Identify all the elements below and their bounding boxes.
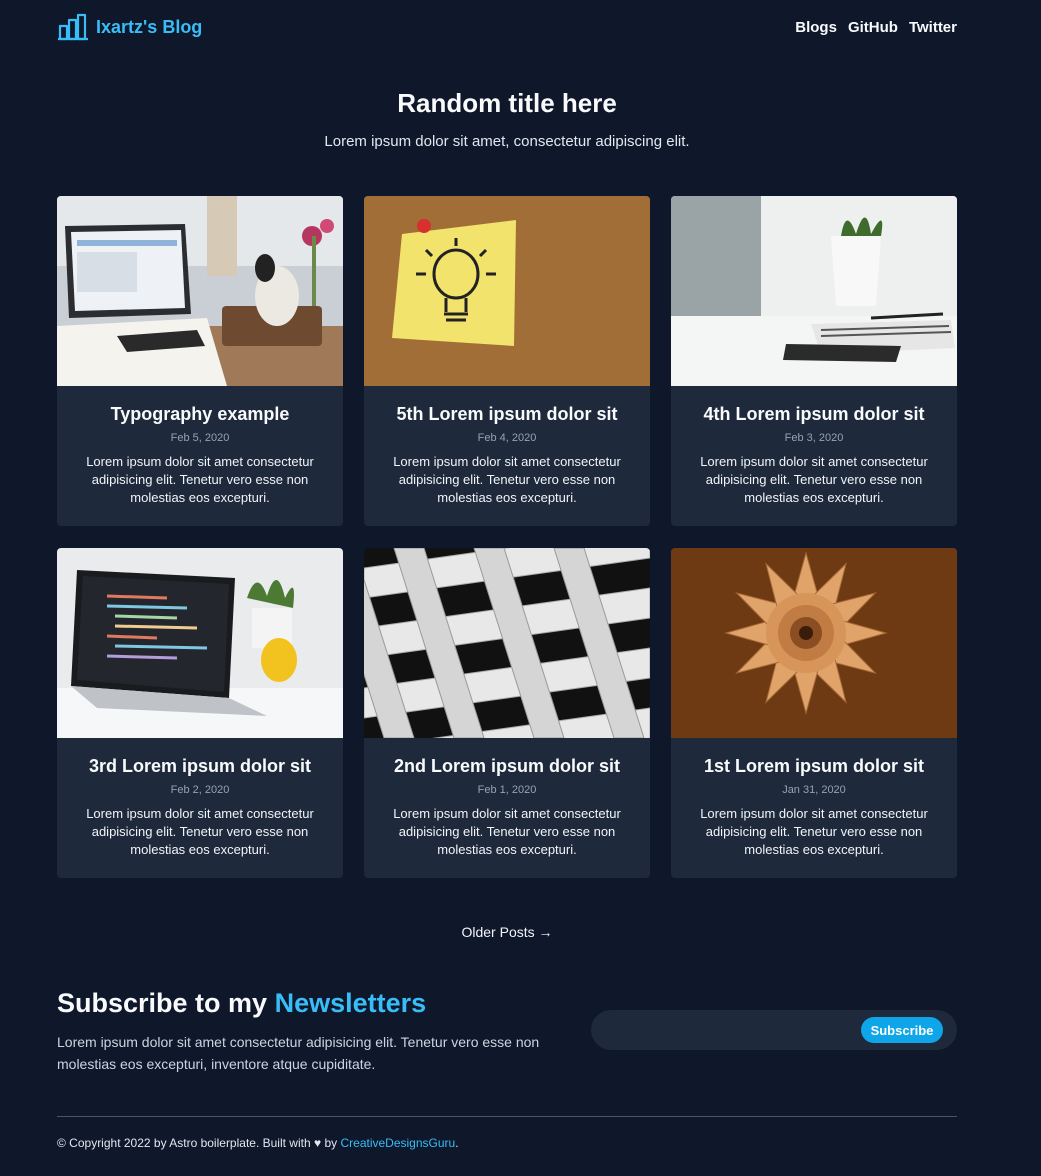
nav-github-link[interactable]: GitHub [848, 19, 898, 36]
heart-icon: ♥ [313, 1136, 322, 1150]
post-excerpt: Lorem ipsum dolor sit amet consectetur a… [393, 806, 621, 857]
newsletter-title-prefix: Subscribe to my [57, 988, 268, 1018]
nav-twitter-link[interactable]: Twitter [909, 19, 957, 36]
main-nav: Blogs GitHub Twitter [795, 19, 957, 36]
footer-divider [57, 1116, 957, 1117]
post-card[interactable]: 1st Lorem ipsum dolor sit Jan 31, 2020 L… [671, 548, 957, 878]
footer-by: by [324, 1136, 338, 1150]
posts-grid: Typography example Feb 5, 2020 Lorem ips… [57, 196, 957, 878]
laptop-desk-photo [57, 196, 343, 386]
post-card[interactable]: Typography example Feb 5, 2020 Lorem ips… [57, 196, 343, 526]
post-date: Feb 3, 2020 [784, 432, 844, 444]
post-title: 2nd Lorem ipsum dolor sit [393, 756, 621, 776]
post-card[interactable]: 4th Lorem ipsum dolor sit Feb 3, 2020 Lo… [671, 196, 957, 526]
white-desk-plant-photo [671, 196, 957, 386]
bar-chart-icon [58, 13, 88, 41]
spiral-sculpture-photo [671, 548, 957, 738]
older-posts-link[interactable]: Older Posts → [461, 924, 552, 940]
nav-blogs-link[interactable]: Blogs [795, 19, 837, 36]
post-date: Feb 4, 2020 [477, 432, 537, 444]
subscribe-button[interactable]: Subscribe [861, 1017, 943, 1043]
code-laptop-photo [57, 548, 343, 738]
footer-copyright: © Copyright 2022 by Astro boilerplate. B… [57, 1136, 311, 1150]
post-date: Feb 1, 2020 [477, 784, 537, 796]
hero-section: Random title here Lorem ipsum dolor sit … [0, 88, 1014, 150]
building-facade-photo [364, 548, 650, 738]
post-card[interactable]: 3rd Lorem ipsum dolor sit Feb 2, 2020 Lo… [57, 548, 343, 878]
post-card[interactable]: 5th Lorem ipsum dolor sit Feb 4, 2020 Lo… [364, 196, 650, 526]
newsletter-email-input[interactable] [605, 1018, 855, 1042]
brand-link[interactable]: Ixartz's Blog [57, 13, 202, 41]
hero-subtitle: Lorem ipsum dolor sit amet, consectetur … [324, 133, 690, 150]
pagination: Older Posts → [0, 924, 1014, 940]
brand-title: Ixartz's Blog [96, 16, 203, 37]
post-excerpt: Lorem ipsum dolor sit amet consectetur a… [393, 454, 621, 505]
post-date: Feb 2, 2020 [170, 784, 230, 796]
post-title: 4th Lorem ipsum dolor sit [703, 404, 925, 424]
post-excerpt: Lorem ipsum dolor sit amet consectetur a… [700, 806, 928, 857]
post-excerpt: Lorem ipsum dolor sit amet consectetur a… [86, 454, 314, 505]
newsletter-section: Subscribe to my Newsletters Lorem ipsum … [57, 988, 957, 1075]
post-card[interactable]: 2nd Lorem ipsum dolor sit Feb 1, 2020 Lo… [364, 548, 650, 878]
post-title: 5th Lorem ipsum dolor sit [396, 404, 618, 424]
post-title: Typography example [110, 404, 290, 424]
post-excerpt: Lorem ipsum dolor sit amet consectetur a… [700, 454, 928, 505]
footer-author-link[interactable]: CreativeDesignsGuru [340, 1136, 455, 1150]
hero-title: Random title here [397, 88, 617, 118]
post-date: Jan 31, 2020 [782, 784, 846, 796]
post-date: Feb 5, 2020 [170, 432, 230, 444]
post-excerpt: Lorem ipsum dolor sit amet consectetur a… [86, 806, 314, 857]
footer-period: . [455, 1136, 459, 1150]
post-title: 1st Lorem ipsum dolor sit [703, 756, 925, 776]
site-header: Ixartz's Blog Blogs GitHub Twitter [57, 12, 957, 42]
footer: © Copyright 2022 by Astro boilerplate. B… [57, 1136, 459, 1150]
lightbulb-sticky-note-photo [364, 196, 650, 386]
post-title: 3rd Lorem ipsum dolor sit [88, 756, 312, 776]
newsletter-title-accent: Newsletters [274, 988, 427, 1018]
newsletter-description: Lorem ipsum dolor sit amet consectetur a… [57, 1034, 540, 1072]
newsletter-form: Subscribe [591, 1010, 957, 1050]
